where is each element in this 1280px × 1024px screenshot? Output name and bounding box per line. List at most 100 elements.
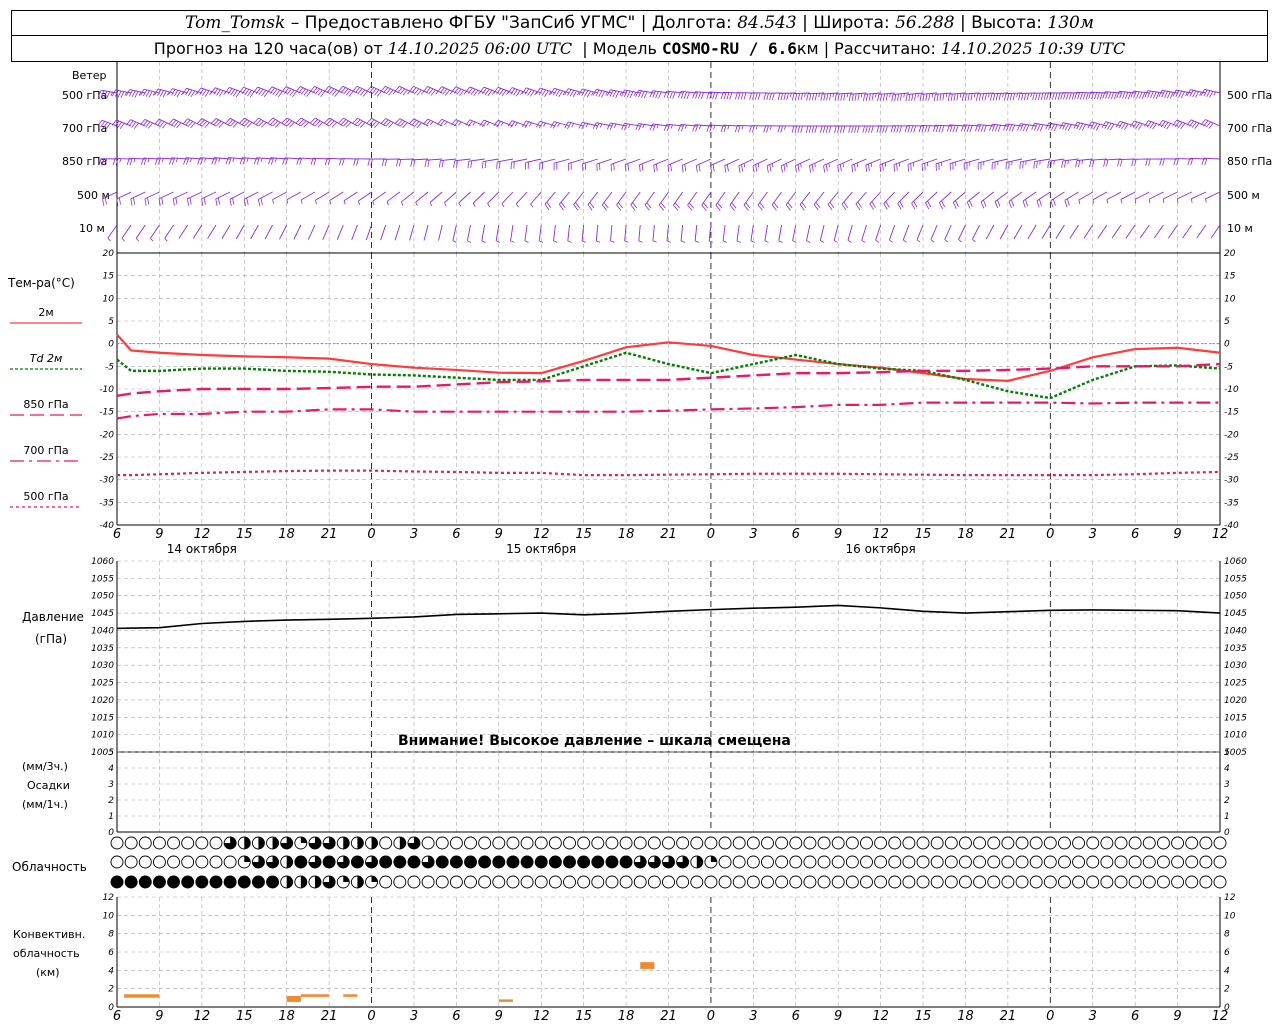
wind-barb: [1176, 119, 1192, 127]
temp-panel-ytick-left: 0: [108, 340, 114, 350]
wind-barb-feather: [1038, 199, 1042, 206]
wind-barb: [1148, 120, 1164, 127]
cloud-cover-symbol: [478, 875, 492, 889]
wind-barb-feather: [128, 89, 133, 97]
wind-barb: [401, 191, 415, 203]
cloud-cover-symbol: [860, 875, 873, 889]
wind-barb-feather: [919, 94, 922, 102]
wind-barb-feather: [868, 125, 871, 133]
cloud-cover-fill: [620, 856, 633, 868]
cloud-cover-symbol: [619, 836, 633, 850]
wind-barb-feather: [172, 198, 175, 206]
wind-barb-feather: [527, 89, 532, 96]
x-tick-label-bottom: 21: [321, 1009, 338, 1024]
wind-barb-feather: [496, 161, 498, 169]
wind-barb-feather: [1106, 199, 1109, 204]
wind-barb-feather: [829, 93, 832, 101]
wind-barb-feather: [749, 125, 752, 133]
wind-barb-feather: [876, 125, 880, 133]
wind-barb-feather: [415, 201, 418, 206]
cloud-cover-symbol: [181, 855, 195, 869]
wind-barb-feather: [995, 93, 999, 101]
wind-barb-feather: [1061, 160, 1064, 168]
wind-barb-feather: [1019, 161, 1021, 169]
x-tick-label-bottom: 12: [1212, 1009, 1229, 1024]
wind-barb: [243, 86, 259, 94]
wind-barb-feather: [486, 121, 490, 126]
wind-barb: [841, 191, 853, 205]
wind-barb: [827, 191, 839, 205]
wind-barb-feather: [1025, 124, 1030, 132]
wind-barb-feather: [851, 165, 854, 173]
wind-barb-feather: [839, 125, 843, 133]
wind-barb-feather: [1064, 200, 1068, 208]
cloud-cover-symbol: [124, 836, 138, 850]
wind-barb-feather: [135, 237, 140, 242]
cloud-cover-symbol: [548, 875, 562, 889]
cloud-cover-symbol: [831, 855, 845, 869]
wind-barb-feather: [797, 125, 801, 133]
wind-barb-feather: [769, 92, 772, 100]
wind-barb: [1041, 224, 1051, 239]
cloud-cover-symbol: [591, 836, 605, 850]
wind-barb-feather: [1155, 92, 1160, 99]
wind-barb-feather: [785, 204, 791, 211]
wind-barb-feather: [327, 158, 331, 166]
cloud-cover-fill: [300, 837, 307, 843]
wind-barb: [601, 191, 613, 206]
wind-barb-feather: [927, 200, 932, 208]
cloud-cover-symbol: [195, 836, 209, 850]
wind-barb: [135, 224, 146, 239]
wind-barb: [1134, 191, 1150, 200]
cloud-cover-symbol: [817, 875, 831, 889]
wind-barb-feather: [514, 122, 518, 127]
wind-barb-feather: [161, 158, 164, 163]
wind-barb-feather: [1066, 92, 1069, 100]
temp-panel-ytick-right: 10: [1224, 294, 1236, 304]
wind-barb-feather: [865, 125, 868, 133]
pressure-panel-ytick-right: 1045: [1224, 609, 1247, 619]
wind-barb: [1105, 158, 1122, 161]
wind-barb: [107, 224, 118, 239]
wind-barb-feather: [596, 240, 601, 243]
wind-barb: [1050, 191, 1065, 201]
wind-barb-feather: [384, 159, 388, 167]
wind-barb: [365, 224, 372, 241]
cloud-cover-symbol: [789, 836, 803, 850]
x-tick-label-bottom: 0: [1046, 1009, 1054, 1024]
wind-barb-feather: [1035, 93, 1038, 101]
pressure-panel-ytick-left: 1015: [91, 713, 114, 723]
wind-barb-feather: [1002, 93, 1004, 98]
wind-barb-feather: [998, 93, 1001, 101]
wind-barb-feather: [1167, 91, 1171, 99]
cloud-cover-symbol: [718, 836, 732, 850]
cloud-cover-symbol: [520, 875, 534, 889]
cloud-cover-symbol: [973, 875, 987, 889]
wind-barb-feather: [367, 158, 371, 166]
wind-barb-feather: [652, 124, 656, 131]
wind-barb-feather: [638, 240, 643, 243]
wind-barb: [426, 158, 443, 161]
wind-barb: [644, 191, 655, 206]
wind-barb-feather: [216, 89, 221, 96]
cloud-cover-symbol: [874, 836, 888, 850]
wind-barb-feather: [786, 163, 788, 168]
x-tick-label-bottom: 6: [1131, 1009, 1139, 1024]
wind-barb: [958, 224, 966, 240]
wind-barb-feather: [1205, 198, 1207, 203]
wind-barb: [991, 92, 1008, 95]
cloud-cover-symbol: [662, 836, 675, 850]
wind-barb-feather: [275, 89, 281, 96]
cloud-cover-fill: [521, 856, 534, 868]
wind-barb-feather: [789, 93, 792, 98]
wind-barb: [980, 191, 995, 203]
wind-barb-feather: [1173, 158, 1177, 166]
cloud-cover-symbol: [605, 875, 619, 889]
wind-barb-feather: [931, 93, 934, 98]
wind-barb-feather: [769, 164, 772, 172]
precip-panel-ytick-right: 3: [1224, 780, 1230, 790]
wind-barb-feather: [952, 202, 957, 209]
wind-barb-feather: [1096, 92, 1100, 100]
pressure-panel-ytick-left: 1020: [91, 696, 114, 706]
wind-barb: [116, 191, 132, 200]
